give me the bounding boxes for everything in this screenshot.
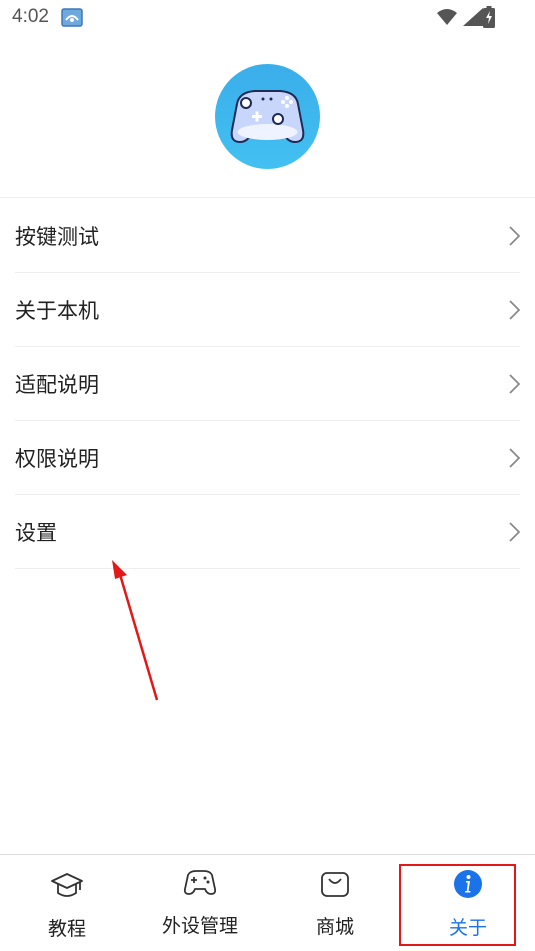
menu-item-label: 关于本机 [15, 298, 99, 323]
battery-icon [483, 6, 495, 28]
menu-item-key-test[interactable]: 按键测试 [15, 199, 520, 273]
menu-item-label: 权限说明 [15, 446, 99, 471]
tab-peripheral-management[interactable]: 外设管理 [150, 855, 250, 951]
gamepad-icon [183, 870, 217, 895]
shopping-bag-icon [321, 872, 349, 897]
menu-list: 按键测试 关于本机 适配说明 权限说明 设置 [0, 199, 535, 569]
menu-item-settings[interactable]: 设置 [15, 495, 520, 569]
graduation-cap-icon [51, 873, 83, 897]
menu-item-compatibility[interactable]: 适配说明 [15, 347, 520, 421]
status-time: 4:02 [12, 6, 49, 27]
status-bar: 4:02 [0, 0, 535, 36]
app-notification-icon [61, 8, 83, 27]
signal-icon [463, 8, 483, 26]
tab-tutorial[interactable]: 教程 [22, 855, 112, 951]
chevron-right-icon [509, 522, 520, 542]
chevron-right-icon [509, 226, 520, 246]
chevron-right-icon [509, 448, 520, 468]
status-icons [437, 8, 483, 26]
wifi-icon [437, 9, 457, 25]
menu-item-about-device[interactable]: 关于本机 [15, 273, 520, 347]
tab-label: 商城 [315, 916, 354, 938]
annotation-arrow-icon [112, 560, 159, 701]
tab-label: 外设管理 [161, 915, 238, 937]
app-logo [215, 64, 320, 169]
chevron-right-icon [509, 374, 520, 394]
menu-item-label: 设置 [15, 520, 57, 545]
tab-store[interactable]: 商城 [290, 855, 380, 951]
menu-item-permissions[interactable]: 权限说明 [15, 421, 520, 495]
menu-item-label: 按键测试 [15, 224, 99, 249]
menu-item-label: 适配说明 [15, 372, 99, 397]
annotation-highlight-box [399, 864, 516, 946]
tab-label: 教程 [47, 918, 86, 940]
header-divider [0, 197, 535, 198]
gamepad-logo-icon [215, 64, 320, 169]
chevron-right-icon [509, 300, 520, 320]
